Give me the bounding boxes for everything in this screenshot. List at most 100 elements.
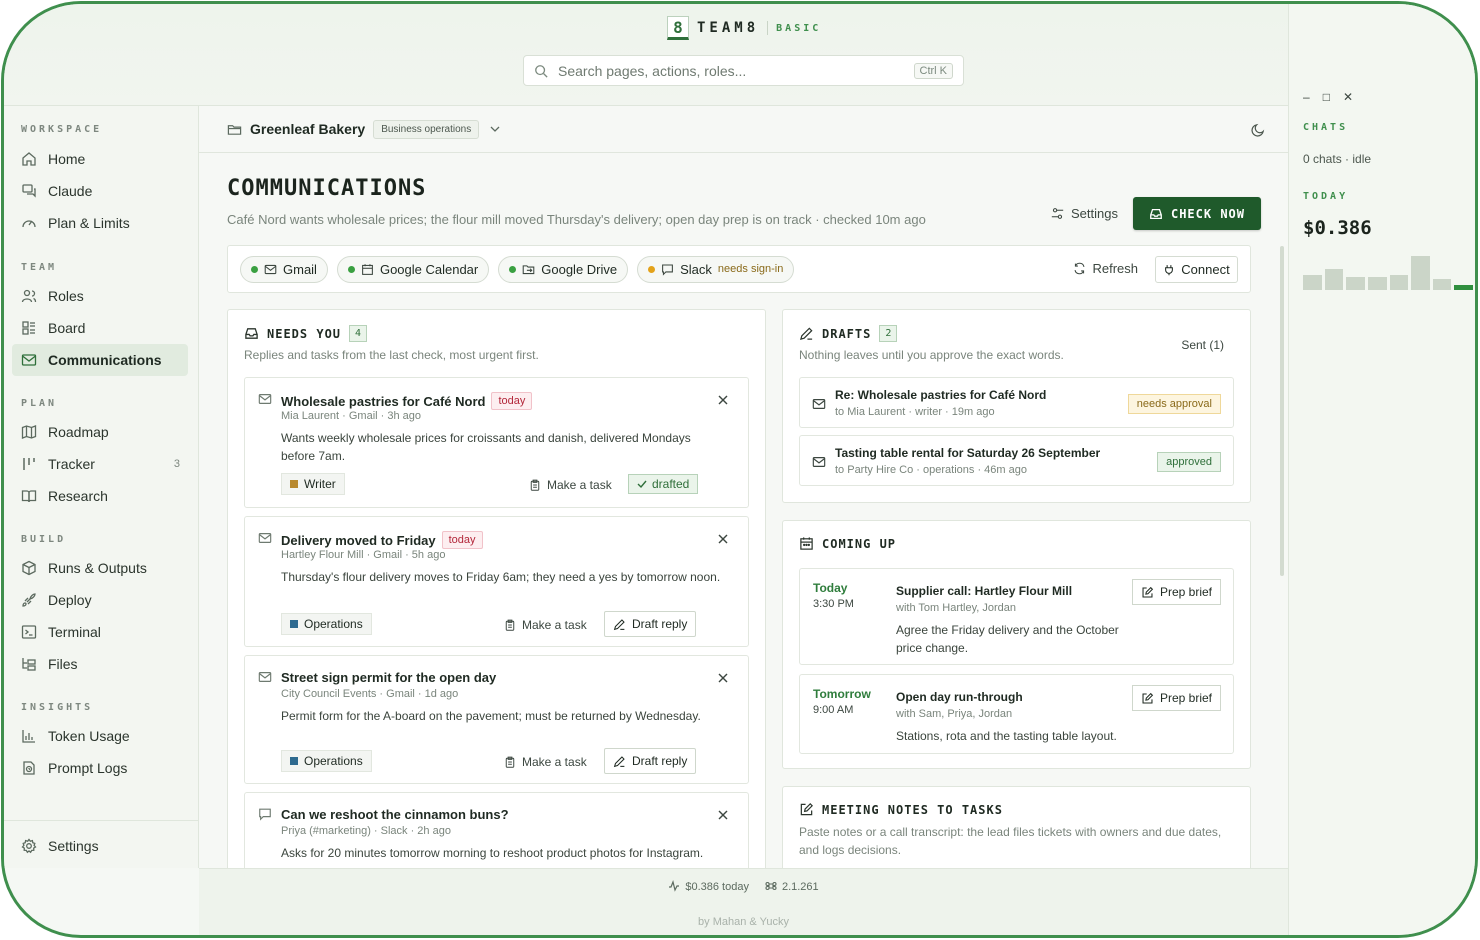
list-item[interactable]: Delivery moved to Friday today Hartley F… xyxy=(244,516,749,647)
prep-brief-label: Prep brief xyxy=(1159,691,1212,705)
list-item[interactable]: Can we reshoot the cinnamon buns? Priya … xyxy=(244,792,749,868)
make-task-button[interactable]: Make a task xyxy=(504,618,587,632)
close-icon[interactable] xyxy=(718,673,728,683)
today-badge: today xyxy=(441,531,483,549)
cost-bar xyxy=(1389,275,1409,290)
gear-icon xyxy=(21,838,37,854)
refresh-label: Refresh xyxy=(1092,261,1138,276)
role-tag[interactable]: Operations xyxy=(281,750,372,772)
brand-divider xyxy=(767,21,769,35)
refresh-button[interactable]: Refresh xyxy=(1073,261,1138,276)
needs-you-subtitle: Replies and tasks from the last check, m… xyxy=(244,348,539,362)
event-item[interactable]: Today 3:30 PM Supplier call: Hartley Flo… xyxy=(799,568,1234,665)
draft-item[interactable]: Tasting table rental for Saturday 26 Sep… xyxy=(799,435,1234,486)
cost-bar xyxy=(1454,285,1473,290)
mail-icon xyxy=(21,354,37,366)
sidebar-item-communications[interactable]: Communications xyxy=(12,344,188,376)
prep-brief-button[interactable]: Prep brief xyxy=(1131,685,1221,711)
sidebar-item-token-usage[interactable]: Token Usage xyxy=(12,720,188,752)
search-box[interactable]: Ctrl K xyxy=(523,55,964,86)
sidebar-item-plan-limits[interactable]: Plan & Limits xyxy=(12,207,188,239)
sidebar-item-files[interactable]: Files xyxy=(12,648,188,680)
top-bar: 8 TEAM8 BASIC Ctrl K xyxy=(4,4,1475,106)
draft-title: Re: Wholesale pastries for Café Nord xyxy=(835,388,1047,402)
drafts-card: DRAFTS 2 Nothing leaves until you approv… xyxy=(782,309,1251,503)
sent-toggle[interactable]: Sent (1) xyxy=(1181,338,1224,352)
sidebar-item-board[interactable]: Board xyxy=(12,312,188,344)
list-item[interactable]: Wholesale pastries for Café Nord today M… xyxy=(244,377,749,508)
cost-bar xyxy=(1411,256,1430,290)
make-task-label: Make a task xyxy=(547,478,612,492)
meeting-notes-title: MEETING NOTES TO TASKS xyxy=(822,802,1003,817)
footer-cost-text: $0.386 today xyxy=(685,881,749,893)
connector-slack[interactable]: Slack needs sign-in xyxy=(637,255,795,283)
cube-icon xyxy=(22,560,36,576)
message-subject: Delivery moved to Friday today xyxy=(281,531,483,549)
maximize-icon[interactable]: □ xyxy=(1323,90,1330,104)
page-settings-button[interactable]: Settings xyxy=(1051,206,1118,221)
sidebar: WORKSPACE Home Claude Plan & Limits TEAM… xyxy=(4,106,199,868)
connector-google-drive[interactable]: Google Drive xyxy=(498,255,629,283)
meeting-notes-header: MEETING NOTES TO TASKS xyxy=(799,802,1003,817)
drafts-header: DRAFTS 2 xyxy=(799,325,898,342)
sidebar-item-deploy[interactable]: Deploy xyxy=(12,584,188,616)
sidebar-item-claude[interactable]: Claude xyxy=(12,175,188,207)
list-item[interactable]: Street sign permit for the open day City… xyxy=(244,655,749,784)
draft-item[interactable]: Re: Wholesale pastries for Café Nord to … xyxy=(799,377,1234,428)
check-icon xyxy=(637,480,647,489)
sidebar-item-roadmap[interactable]: Roadmap xyxy=(12,416,188,448)
connect-button[interactable]: Connect xyxy=(1155,256,1238,283)
close-icon[interactable] xyxy=(718,810,728,820)
sidebar-item-runs-outputs[interactable]: Runs & Outputs xyxy=(12,552,188,584)
sidebar-item-label: Roadmap xyxy=(48,424,109,440)
close-icon[interactable] xyxy=(718,534,728,544)
connector-gmail[interactable]: Gmail xyxy=(240,255,328,283)
event-time: 9:00 AM xyxy=(813,704,854,716)
search-input[interactable] xyxy=(558,62,914,79)
make-task-button[interactable]: Make a task xyxy=(529,478,612,492)
role-tag[interactable]: Writer xyxy=(281,473,345,495)
draft-reply-button[interactable]: Draft reply xyxy=(604,611,697,637)
sidebar-item-label: Tracker xyxy=(48,456,95,472)
connector-google-calendar[interactable]: Google Calendar xyxy=(336,255,490,283)
sidebar-item-tracker[interactable]: Tracker 3 xyxy=(12,448,188,480)
tracker-icon xyxy=(23,458,35,470)
sidebar-item-roles[interactable]: Roles xyxy=(12,280,188,312)
sidebar-item-label: Roles xyxy=(48,288,84,304)
check-now-button[interactable]: CHECK NOW xyxy=(1133,197,1261,230)
theme-toggle-icon[interactable] xyxy=(1251,122,1266,137)
home-icon xyxy=(22,152,36,166)
close-icon[interactable]: ✕ xyxy=(1343,90,1353,104)
sliders-icon xyxy=(1051,208,1064,219)
sidebar-item-home[interactable]: Home xyxy=(12,143,188,175)
sidebar-item-terminal[interactable]: Terminal xyxy=(12,616,188,648)
event-item[interactable]: Tomorrow 9:00 AM Open day run-through wi… xyxy=(799,674,1234,754)
sidebar-item-research[interactable]: Research xyxy=(12,480,188,512)
meeting-notes-subtitle: Paste notes or a call transcript: the le… xyxy=(799,825,1222,857)
sidebar-item-prompt-logs[interactable]: Prompt Logs xyxy=(12,752,188,784)
chevron-down-icon[interactable] xyxy=(489,123,501,135)
minimize-icon[interactable]: – xyxy=(1303,90,1310,104)
files-icon xyxy=(22,658,36,671)
sidebar-item-label: Board xyxy=(48,320,86,336)
pencil-icon xyxy=(613,618,625,630)
role-tag[interactable]: Operations xyxy=(281,613,372,635)
section-label-team: TEAM xyxy=(21,262,58,273)
role-label: Operations xyxy=(304,754,363,768)
brand[interactable]: 8 TEAM8 BASIC xyxy=(667,16,821,40)
scrollbar[interactable] xyxy=(1280,246,1284,576)
org-name[interactable]: Greenleaf Bakery xyxy=(250,121,365,137)
close-icon[interactable] xyxy=(718,395,728,405)
connector-label: Google Calendar xyxy=(379,261,479,277)
prep-brief-button[interactable]: Prep brief xyxy=(1131,579,1221,605)
sidebar-item-settings[interactable]: Settings xyxy=(12,830,189,862)
make-task-button[interactable]: Make a task xyxy=(504,755,587,769)
page-title: COMMUNICATIONS xyxy=(227,176,427,201)
sidebar-item-label: Communications xyxy=(48,352,162,368)
sidebar-item-label: Runs & Outputs xyxy=(48,560,147,576)
draft-reply-button[interactable]: Draft reply xyxy=(604,748,697,774)
role-label: Operations xyxy=(304,617,363,631)
sidebar-item-label: Settings xyxy=(48,838,99,854)
app-window: 8 TEAM8 BASIC Ctrl K WORKSPACE Home Clau… xyxy=(1,1,1478,938)
message-body: Wants weekly wholesale prices for croiss… xyxy=(281,431,691,463)
